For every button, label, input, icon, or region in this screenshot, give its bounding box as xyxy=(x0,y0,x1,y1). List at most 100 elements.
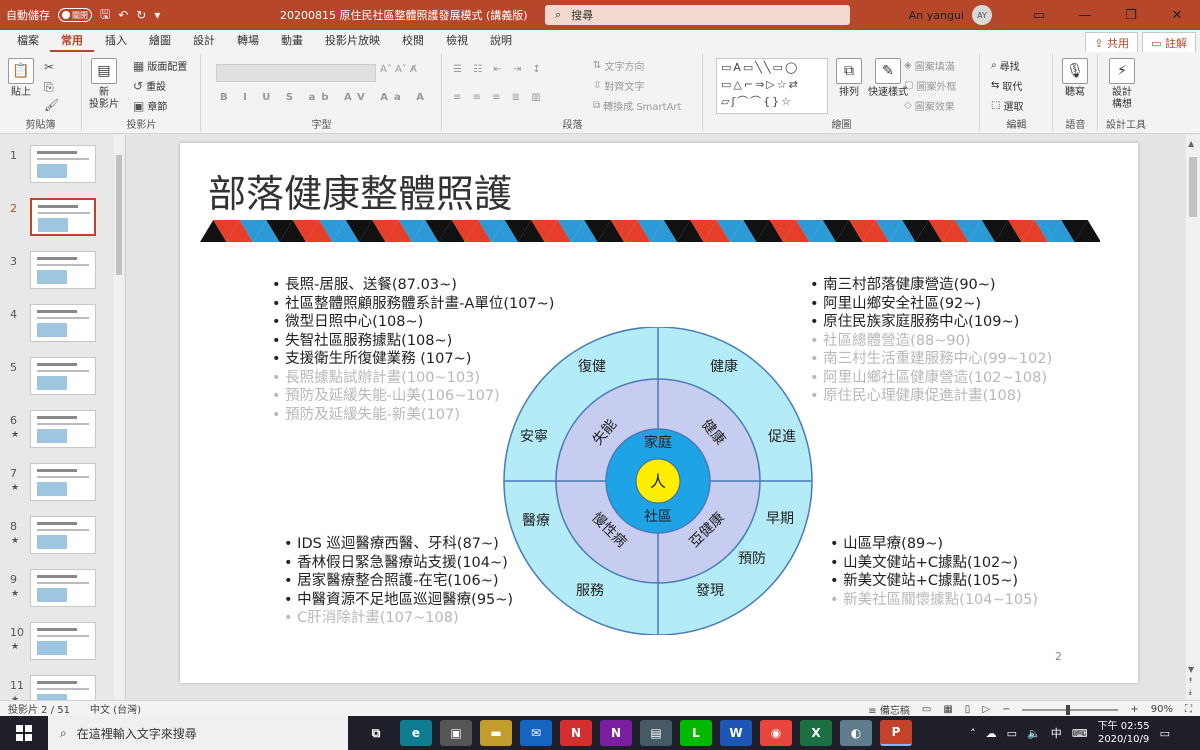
slide[interactable]: 部落健康整體照護 長照-居服、送餐(87.03~)社區整體照顧服務體系計畫-A單… xyxy=(180,143,1138,683)
tab-5[interactable]: 轉場 xyxy=(226,32,270,52)
slide-title[interactable]: 部落健康整體照護 xyxy=(208,163,512,218)
slide-thumbnail[interactable]: 7 ★ xyxy=(0,457,125,507)
ime-mode-icon[interactable]: ⌨ xyxy=(1072,727,1088,740)
bullet-list-bottom-right[interactable]: 山區早療(89~)山美文健站+C據點(102~)新美文健站+C據點(105~)新… xyxy=(830,535,1038,609)
zoom-out-icon[interactable]: − xyxy=(1002,704,1010,715)
remote-desktop-icon[interactable]: ▤ xyxy=(640,720,672,746)
zoom-slider[interactable] xyxy=(1022,704,1119,715)
store-icon[interactable]: ▣ xyxy=(440,720,472,746)
design-ideas-button[interactable]: ⚡ 設計 構想 xyxy=(1109,58,1135,111)
tab-10[interactable]: 說明 xyxy=(479,32,523,52)
notes-button[interactable]: ≡ 備忘稿 xyxy=(868,702,910,717)
tab-2[interactable]: 插入 xyxy=(94,32,138,52)
shapes-gallery[interactable]: ▭A▭╲╲▭◯ ▭△⌐⇒▷☆⇄ ▱ʃ⌒⌒{}☆ xyxy=(716,58,828,114)
zoom-in-icon[interactable]: + xyxy=(1130,704,1138,715)
cut-icon[interactable]: ✂ xyxy=(44,60,54,74)
thumbnail-preview[interactable] xyxy=(30,569,96,607)
bullet-list-bottom-left[interactable]: IDS 巡迴醫療西醫、牙科(87~)香林假日緊急醫療站支援(104~)居家醫療整… xyxy=(284,535,513,628)
user-name[interactable]: An yangui xyxy=(909,9,964,22)
format-painter-icon[interactable]: 🖌 xyxy=(44,98,59,112)
excel-icon[interactable]: X xyxy=(800,720,832,746)
avatar[interactable]: AY xyxy=(972,5,992,25)
network-icon[interactable]: ▭ xyxy=(1007,727,1017,740)
slide-thumbnail[interactable]: 1 xyxy=(0,139,125,189)
tab-9[interactable]: 檢視 xyxy=(435,32,479,52)
slide-thumbnail[interactable]: 6 ★ xyxy=(0,404,125,454)
task-view-icon[interactable]: ⧉ xyxy=(360,720,392,746)
fit-slide-icon[interactable]: ⛶ xyxy=(1185,704,1192,715)
start-button[interactable] xyxy=(0,716,48,750)
thumbnail-preview[interactable] xyxy=(30,410,96,448)
slide-count[interactable]: 投影片 2 / 51 xyxy=(8,701,70,716)
section-button[interactable]: ▣ 章節 xyxy=(133,98,167,114)
thumbnail-preview[interactable] xyxy=(30,357,96,395)
align-buttons[interactable]: ≡ ≡ ≡ ≣ ▥ xyxy=(453,92,545,103)
bullet-list-top-right[interactable]: 南三村部落健康營造(90~)阿里山鄉安全社區(92~)原住民族家庭服務中心(10… xyxy=(810,276,1052,406)
tab-1[interactable]: 常用 xyxy=(50,32,94,52)
tab-4[interactable]: 設計 xyxy=(182,32,226,52)
zoom-level[interactable]: 90% xyxy=(1151,704,1173,715)
tray-overflow-icon[interactable]: ˄ xyxy=(970,727,976,740)
netflix-icon[interactable]: N xyxy=(560,720,592,746)
notification-icon[interactable]: ▭ xyxy=(1160,727,1170,740)
restore-icon[interactable]: ❐ xyxy=(1108,8,1154,23)
close-icon[interactable]: ✕ xyxy=(1154,8,1200,23)
tab-3[interactable]: 繪圖 xyxy=(138,32,182,52)
redo-icon[interactable]: ↻ xyxy=(136,8,146,22)
slide-thumbnail[interactable]: 9 ★ xyxy=(0,563,125,613)
new-slide-button[interactable]: ▤ 新 投影片 xyxy=(89,58,119,111)
taskbar-search-box[interactable]: ⌕ 在這裡輸入文字來搜尋 xyxy=(48,716,348,750)
slide-thumbnail[interactable]: 11 ★ xyxy=(0,669,125,700)
customize-toolbar-icon[interactable]: ▾ xyxy=(154,8,160,22)
slide-thumbnail[interactable]: 10 ★ xyxy=(0,616,125,666)
onedrive-icon[interactable]: ☁ xyxy=(986,727,997,740)
tab-0[interactable]: 檔案 xyxy=(6,32,50,52)
comment-button[interactable]: ▭ 註解 xyxy=(1142,32,1196,54)
minimize-icon[interactable]: — xyxy=(1062,8,1108,23)
photos-icon[interactable]: ◐ xyxy=(840,720,872,746)
select-button[interactable]: ⬚ 選取 xyxy=(991,98,1023,113)
word-icon[interactable]: W xyxy=(720,720,752,746)
title-search-box[interactable]: ⌕ 搜尋 xyxy=(545,5,850,25)
slide-thumbnail[interactable]: 8 ★ xyxy=(0,510,125,560)
save-icon[interactable]: 🖫 xyxy=(100,5,110,26)
smartart-button[interactable]: ⧉ 轉換成 SmartArt xyxy=(593,98,681,113)
autosave-toggle[interactable]: 關閉 xyxy=(58,8,92,22)
arrange-button[interactable]: ⧉ 排列 xyxy=(836,58,862,99)
thumbnail-preview[interactable] xyxy=(30,145,96,183)
replace-button[interactable]: ⇆ 取代 xyxy=(991,78,1022,93)
onenote-icon[interactable]: N xyxy=(600,720,632,746)
reading-view-icon[interactable]: ▯ xyxy=(965,704,971,715)
shape-fill-button[interactable]: ◈ 圖案填滿 xyxy=(904,58,955,73)
thumbnail-preview[interactable] xyxy=(30,675,96,700)
undo-icon[interactable]: ↶ xyxy=(118,8,128,22)
thumbnail-scrollbar[interactable] xyxy=(114,135,124,700)
edge-icon[interactable]: e xyxy=(400,720,432,746)
slideshow-icon[interactable]: ▷ xyxy=(982,704,990,715)
shape-effects-button[interactable]: ◇ 圖案效果 xyxy=(904,98,955,113)
ribbon-display-icon[interactable]: ▭ xyxy=(1016,8,1062,23)
dictate-button[interactable]: 🎙 聽寫 xyxy=(1062,58,1088,99)
font-size-increase-icon[interactable]: A˄ A˅ A̸ xyxy=(380,64,417,75)
thumbnail-preview[interactable] xyxy=(30,251,96,289)
normal-view-icon[interactable]: ▭ xyxy=(922,704,931,715)
layout-button[interactable]: ▦ 版面配置 xyxy=(133,58,187,74)
find-button[interactable]: ⌕ 尋找 xyxy=(991,58,1020,73)
font-style-buttons[interactable]: B I U S ab AV Aa A xyxy=(220,92,430,103)
language-indicator[interactable]: 中文 (台灣) xyxy=(90,701,141,716)
align-text-button[interactable]: ⇳ 對齊文字 xyxy=(593,78,644,93)
line-icon[interactable]: L xyxy=(680,720,712,746)
slide-thumbnail[interactable]: 3 xyxy=(0,245,125,295)
chrome-icon[interactable]: ◉ xyxy=(760,720,792,746)
slide-thumbnail[interactable]: 2 xyxy=(0,192,125,242)
clock[interactable]: 下午 02:55 2020/10/9 xyxy=(1098,720,1150,746)
ime-indicator[interactable]: 中 xyxy=(1051,725,1062,741)
file-explorer-icon[interactable]: ▬ xyxy=(480,720,512,746)
mail-icon[interactable]: ✉ xyxy=(520,720,552,746)
paste-button[interactable]: 📋 貼上 xyxy=(8,58,34,99)
powerpoint-icon[interactable]: P xyxy=(880,720,912,746)
thumbnail-preview[interactable] xyxy=(30,463,96,501)
slide-thumbnail[interactable]: 4 xyxy=(0,298,125,348)
reset-button[interactable]: ↺ 重設 xyxy=(133,78,166,94)
share-button[interactable]: ⇪ 共用 xyxy=(1085,32,1138,54)
